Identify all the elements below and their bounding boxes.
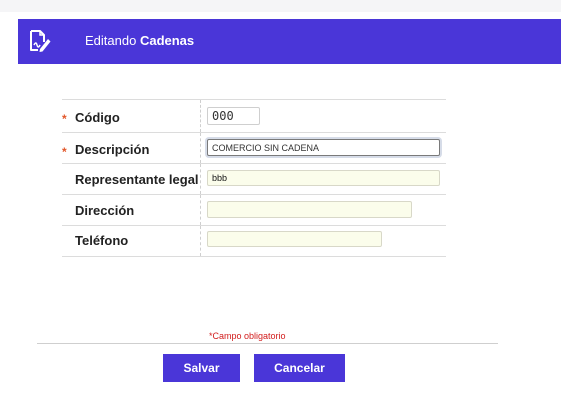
representante-input[interactable] [207, 170, 440, 186]
direccion-input[interactable] [207, 201, 412, 218]
label-cell: Dirección [62, 195, 201, 225]
form-row-codigo: * Código [62, 100, 446, 133]
form-row-telefono: Teléfono [62, 226, 446, 257]
label-cell: Representante legal [62, 164, 201, 194]
telefono-input[interactable] [207, 231, 382, 247]
codigo-label: Código [75, 110, 120, 125]
cancel-button[interactable]: Cancelar [254, 354, 345, 382]
label-cell: Teléfono [62, 226, 201, 256]
dialog-header: Editando Cadenas [18, 19, 561, 64]
form-row-direccion: Dirección [62, 195, 446, 226]
title-entity: Cadenas [139, 33, 195, 48]
title-prefix: Editando [85, 33, 137, 48]
form-row-descripcion: * Descripción [62, 133, 446, 164]
top-strip [0, 0, 561, 12]
edit-document-icon [26, 28, 52, 54]
dialog-title: Editando Cadenas [85, 33, 194, 48]
label-cell: * Descripción [62, 133, 201, 163]
descripcion-label: Descripción [75, 142, 150, 157]
codigo-input[interactable] [207, 107, 260, 125]
representante-label: Representante legal [75, 172, 199, 187]
save-button[interactable]: Salvar [163, 354, 240, 382]
required-note: *Campo obligatorio [209, 331, 286, 341]
footer-divider [37, 343, 498, 344]
form-row-representante: Representante legal [62, 164, 446, 195]
edit-form: * Código * Descripción Representante leg… [62, 99, 446, 257]
required-mark: * [62, 112, 67, 126]
required-mark: * [62, 145, 67, 159]
direccion-label: Dirección [75, 203, 135, 218]
label-cell: * Código [62, 100, 201, 132]
descripcion-input[interactable] [207, 139, 440, 156]
telefono-label: Teléfono [75, 233, 129, 248]
